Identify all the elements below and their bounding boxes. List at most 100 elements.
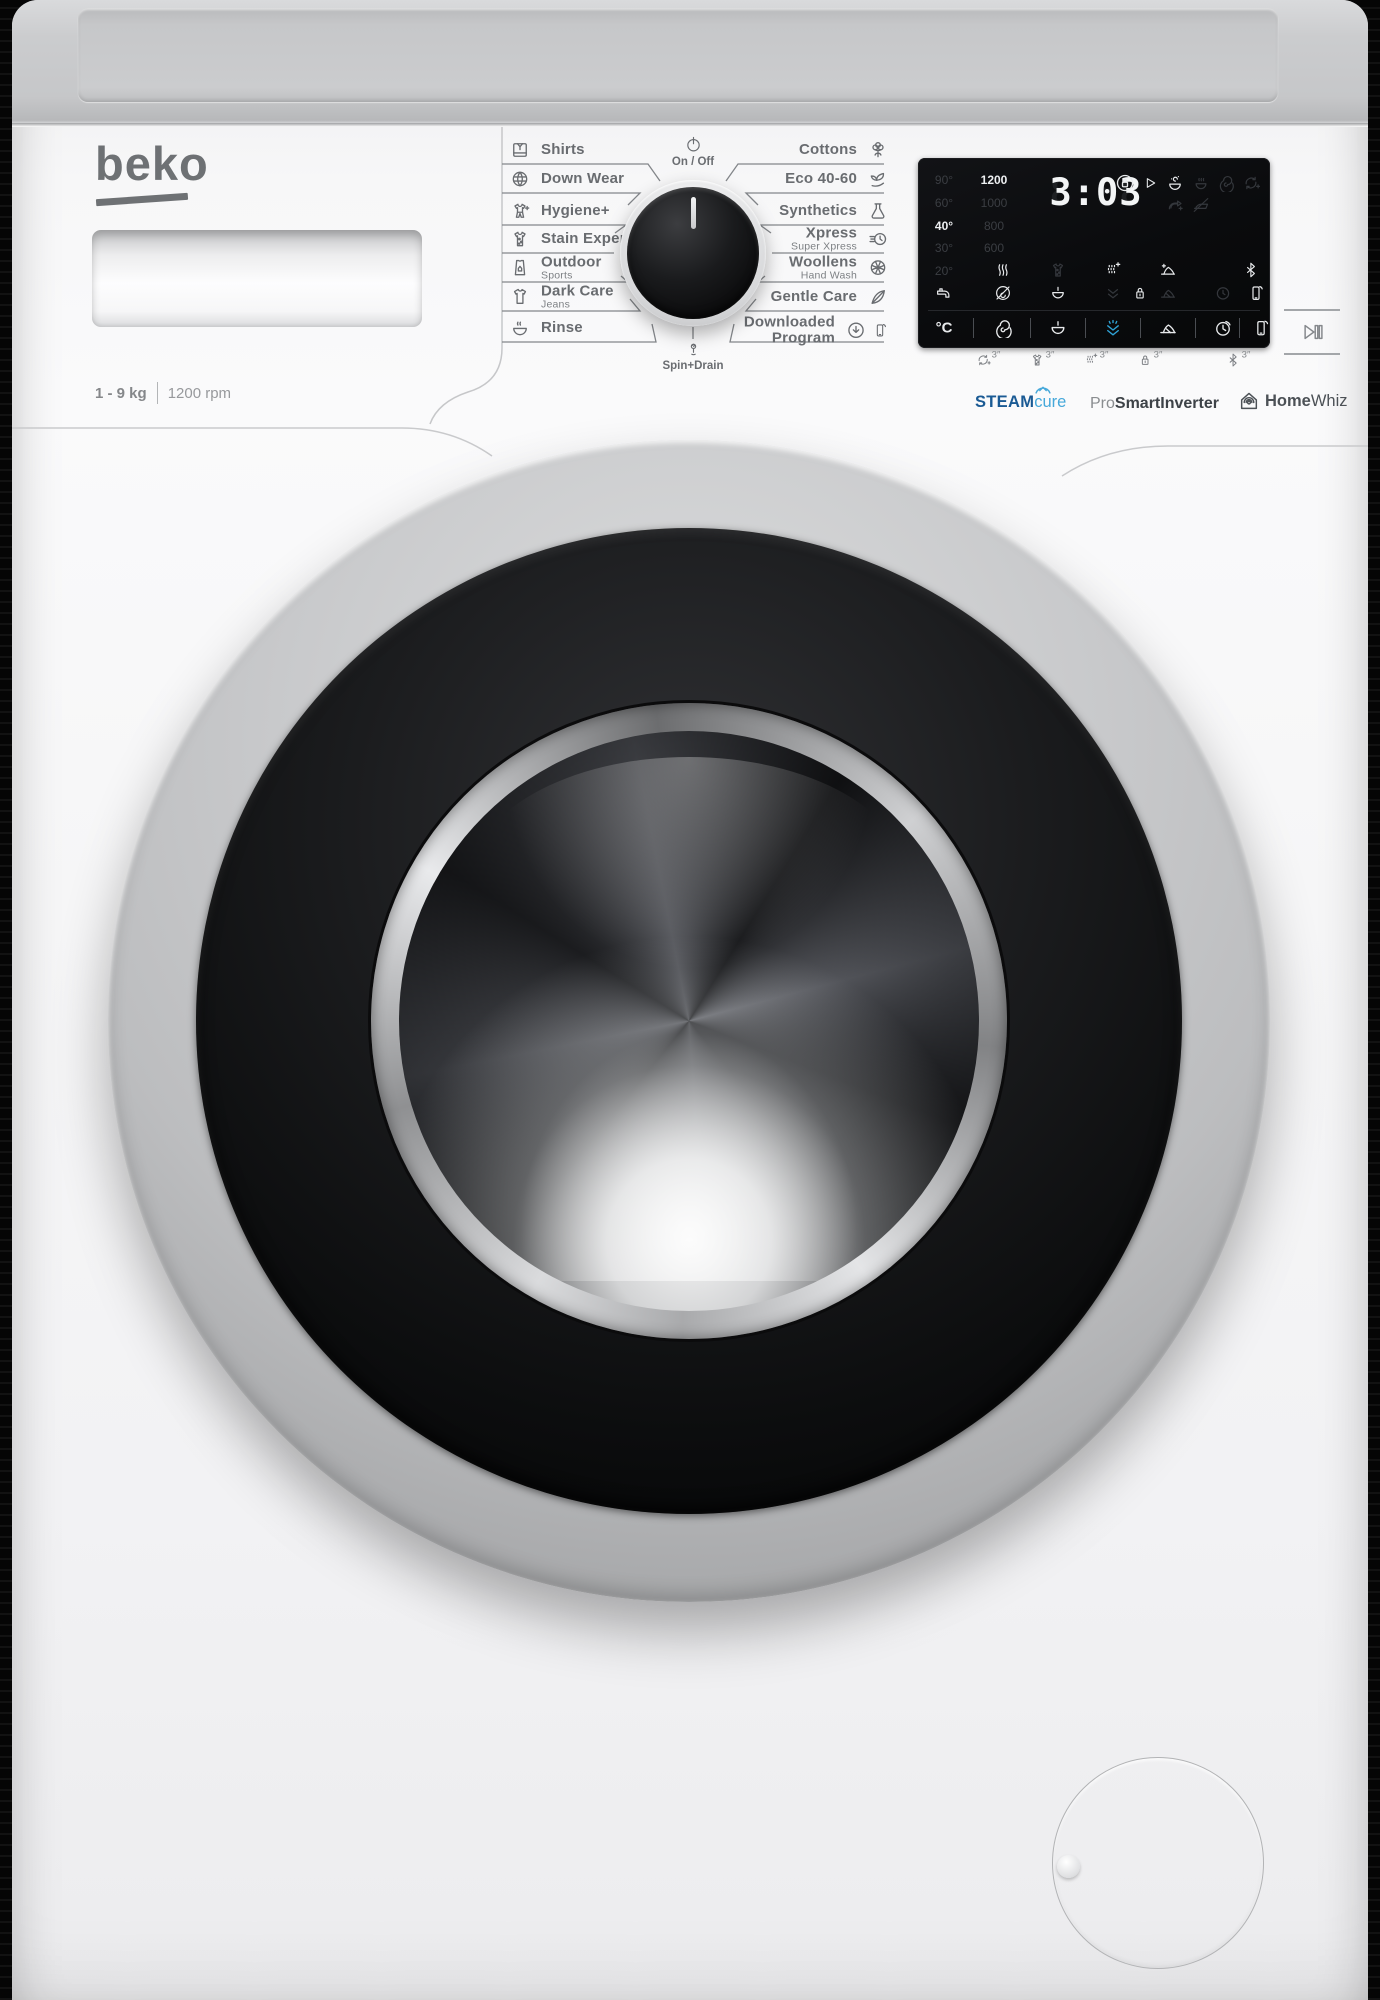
program-dark-care: Dark CareJeans [510,284,614,311]
spin-speed-button[interactable] [993,318,1013,338]
hold-duration: 3″ [1100,350,1109,361]
spin-600: 600 [984,241,1004,255]
child-lock-hold-button[interactable]: 3″ [1138,353,1163,368]
rinse-plus-icon [1084,353,1099,368]
start-pause-button[interactable] [1284,309,1340,355]
spec-divider [157,382,158,404]
program-label: Downloaded Program [727,314,835,346]
program-label: XpressSuper Xpress [791,226,857,253]
easy-iron-icon [1192,196,1210,214]
program-label: Rinse [541,320,583,336]
spin-plus-hold-button[interactable]: 3″ [976,353,1001,368]
homewhiz-badge: HomeWhiz [1238,390,1348,412]
program-label: Stain Expert [541,231,631,247]
steam-cure-icon [1166,174,1184,192]
dark-care-icon [510,287,530,307]
program-label: Cottons [799,142,857,158]
spin-1200-active: 1200 [981,173,1008,187]
rinse-icon [510,318,530,338]
hold-duration: 3″ [1242,350,1251,361]
child-lock-icon [1115,173,1135,193]
woollens-icon [868,258,888,278]
power-icon [685,136,702,153]
on-off-label: On / Off [653,156,733,168]
temp-90: 90° [935,173,953,187]
lock-icon [1132,285,1149,302]
bluetooth-hold-button[interactable]: 3″ [1226,353,1251,368]
program-label: Down Wear [541,171,624,187]
stain-indicator-icon [1049,261,1067,279]
rinse-plus-icon [1104,261,1122,279]
hygiene-icon [510,201,530,221]
temp-20: 20° [935,264,953,278]
program-sublabel: Hand Wash [789,270,857,281]
phone-icon [872,322,888,338]
spin-drain-label-group: Spin+Drain [643,341,743,372]
filter-access-cap[interactable] [1052,1757,1264,1969]
program-label: Hygiene+ [541,203,610,219]
hold-duration: 3″ [1154,350,1163,361]
steamcure-badge: STEAMcure [975,393,1066,412]
steamcure-arc-icon [1028,380,1058,402]
program-sublabel: Super Xpress [791,241,857,252]
eco-icon [868,169,888,189]
end-time-button[interactable] [1213,318,1233,338]
touch-divider [1195,318,1196,338]
bluetooth-icon [1226,353,1241,368]
delay-icon [1214,284,1232,302]
start-pause-icon [1300,321,1324,343]
spin-plus-icon [976,353,991,368]
washing-machine-product-shot: beko 1 - 9 kg 1200 rpm Shirts Down Wear … [0,0,1380,2000]
program-rinse: Rinse [510,318,583,338]
door-glass[interactable] [399,731,979,1311]
temp-60: 60° [935,196,953,210]
water-tap-icon [935,284,953,302]
smartinverter-text: SmartInverter [1115,395,1219,413]
drum-clean-icon [1192,174,1210,192]
rinse-hold-button[interactable] [1048,318,1068,338]
panel-seam [12,123,1368,127]
gentle-care-icon [868,287,888,307]
stain-hold-button[interactable]: 3″ [1030,353,1055,368]
remote-start-button[interactable] [1252,319,1271,338]
steam-button[interactable] [1103,318,1124,339]
touch-divider [973,318,974,338]
down-wear-icon [510,169,530,189]
display-divider [928,310,1260,311]
spin-drain-icon [685,341,702,358]
detergent-drawer-handle[interactable] [92,230,422,327]
rinse-plus-hold-button[interactable]: 3″ [1084,353,1109,368]
xpress-icon [868,229,888,249]
filter-cap-latch [1057,1855,1080,1878]
steam-icon [994,261,1012,279]
program-label: Gentle Care [771,289,857,305]
outdoor-icon [510,258,530,278]
steamcure-steam-text: STEAM [975,393,1034,412]
touch-divider [1085,318,1086,338]
hold-duration: 3″ [992,350,1001,361]
lock-icon [1138,353,1153,368]
remote-icon [1247,284,1265,302]
soil-plus-icon [1159,261,1177,279]
beko-logo: beko [95,140,209,187]
spin-plus-icon [1242,174,1260,192]
pro-text: Pro [1090,395,1115,413]
soil-level-button[interactable] [1158,318,1178,338]
program-label: Eco 40-60 [785,171,857,187]
synthetics-icon [868,201,888,221]
play-icon [1142,175,1158,191]
prosmartinverter-badge: ProSmartInverter [1090,395,1219,413]
drain-hose-icon [1166,196,1184,214]
max-spin-value: 1200 rpm [168,385,231,402]
program-down-wear: Down Wear [510,169,624,189]
touch-divider [1030,318,1031,338]
shirt-icon [510,140,530,160]
anti-crease-icon [1217,174,1235,192]
cotton-icon [868,140,888,160]
program-label: OutdoorSports [541,255,602,282]
on-off-label-group: On / Off [653,136,733,168]
hold-duration: 3″ [1046,350,1055,361]
program-label: Shirts [541,142,585,158]
temperature-button[interactable]: °C [936,320,953,337]
program-label: Dark CareJeans [541,284,614,311]
